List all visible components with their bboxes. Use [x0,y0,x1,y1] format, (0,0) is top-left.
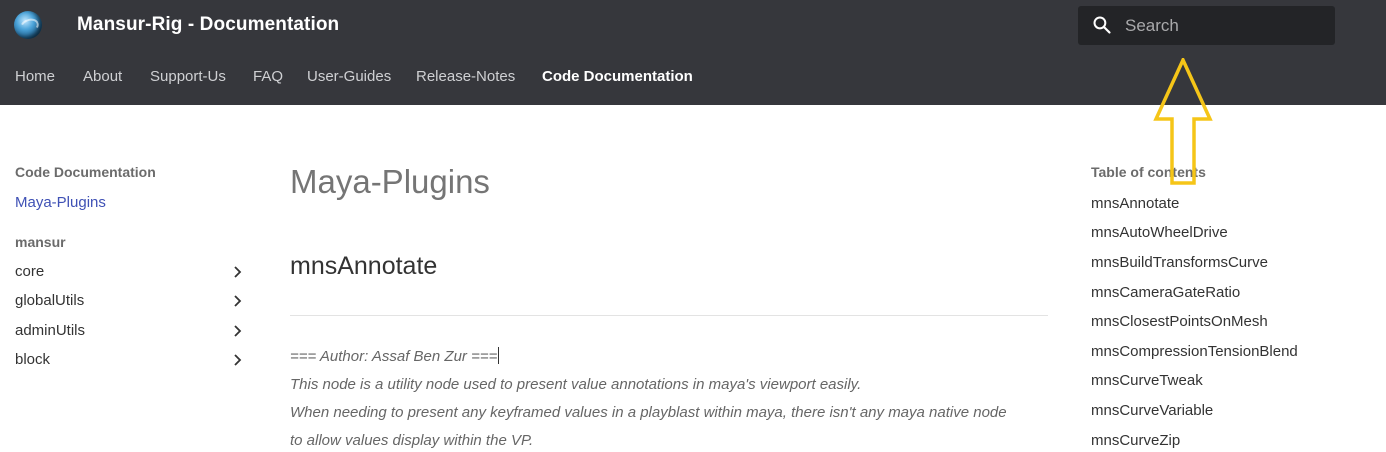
text-cursor [498,347,500,364]
sidebar-item-label: core [15,263,45,280]
sidebar-group-heading: mansur [15,234,66,250]
chevron-right-icon[interactable] [231,294,245,308]
toc-heading: Table of contents [1091,164,1206,180]
site-header: Mansur-Rig - Documentation Home About Su… [0,0,1386,105]
sidebar-section-heading: Code Documentation [15,164,156,180]
doc-paragraph: When needing to present any keyframed va… [290,404,1007,421]
sidebar-item-core[interactable]: core [15,261,245,283]
nav-release-notes[interactable]: Release-Notes [416,68,515,85]
nav-faq[interactable]: FAQ [253,68,283,85]
toc-item[interactable]: mnsAutoWheelDrive [1091,224,1228,241]
search-box[interactable] [1078,6,1335,45]
chevron-right-icon[interactable] [231,353,245,367]
nav-about[interactable]: About [83,68,122,85]
toc-item[interactable]: mnsCompressionTensionBlend [1091,343,1298,360]
chevron-right-icon[interactable] [231,324,245,338]
nav-code-documentation[interactable]: Code Documentation [542,68,693,85]
search-input[interactable] [1125,6,1325,45]
sidebar-item-label: block [15,351,51,368]
sidebar-item-block[interactable]: block [15,349,245,371]
sidebar-item-label: adminUtils [15,322,86,339]
sidebar-item-label: globalUtils [15,292,85,309]
divider [290,315,1048,316]
section-title: mnsAnnotate [290,252,438,280]
doc-paragraph: This node is a utility node used to pres… [290,376,862,393]
globe-logo-icon[interactable] [14,11,42,39]
toc-item[interactable]: mnsCurveTweak [1091,372,1203,389]
page-title: Maya-Plugins [290,163,490,200]
toc-item[interactable]: mnsCurveZip [1091,432,1180,449]
doc-author-line: === Author: Assaf Ben Zur === [290,347,500,365]
toc-item[interactable]: mnsBuildTransformsCurve [1091,254,1268,271]
chevron-right-icon[interactable] [231,265,245,279]
toc-item[interactable]: mnsCameraGateRatio [1091,284,1240,301]
toc-item[interactable]: mnsClosestPointsOnMesh [1091,313,1268,330]
nav-support-us[interactable]: Support-Us [150,68,226,85]
toc-item[interactable]: mnsCurveVariable [1091,402,1213,419]
nav-user-guides[interactable]: User-Guides [307,68,391,85]
nav-home[interactable]: Home [15,68,55,85]
sidebar-item-adminutils[interactable]: adminUtils [15,320,245,342]
toc-item[interactable]: mnsAnnotate [1091,195,1179,212]
sidebar-item-globalutils[interactable]: globalUtils [15,290,245,312]
author-text: === Author: Assaf Ben Zur === [290,348,498,365]
site-title[interactable]: Mansur-Rig - Documentation [77,14,339,36]
sidebar-link-maya-plugins[interactable]: Maya-Plugins [15,194,106,211]
doc-paragraph: to allow values display within the VP. [290,432,534,449]
search-icon [1093,16,1111,34]
